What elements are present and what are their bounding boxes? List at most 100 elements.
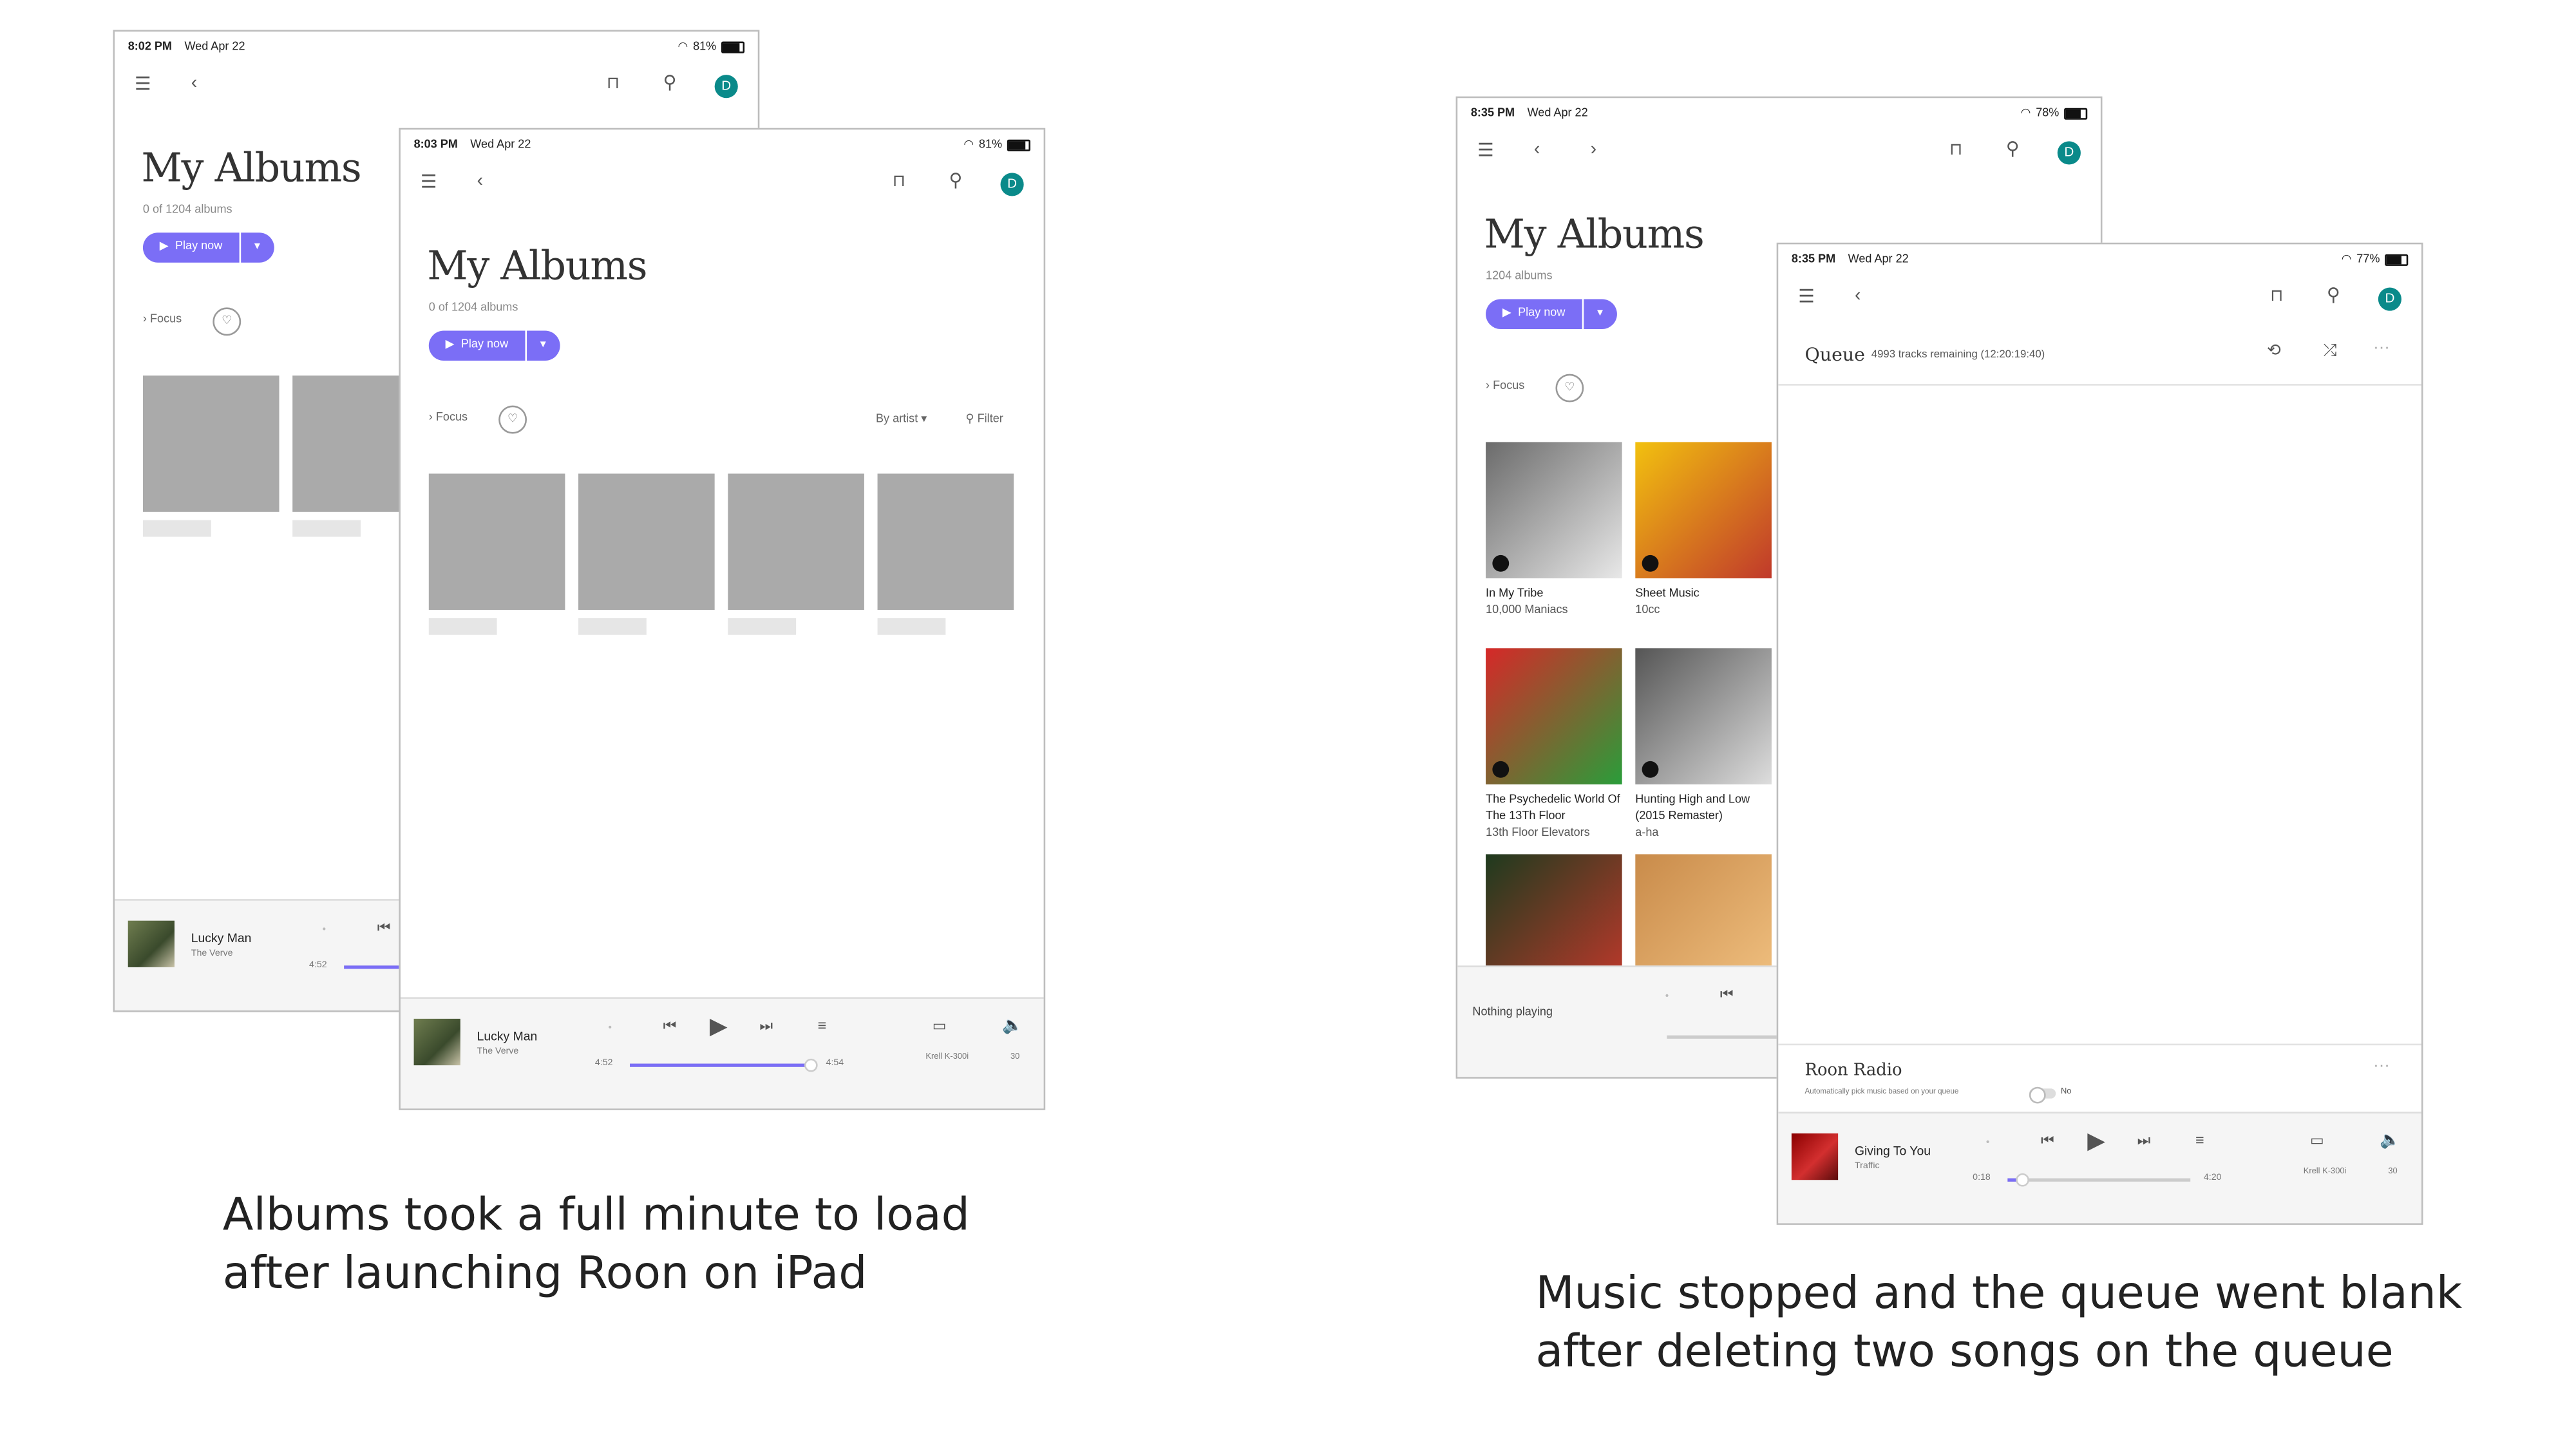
volume-level[interactable]: 30 <box>1010 1052 1019 1062</box>
bookmark-icon[interactable]: ⊓ <box>2270 289 2283 306</box>
seek-bar[interactable] <box>630 1058 818 1072</box>
album-title[interactable]: In My Tribe <box>1486 587 1629 603</box>
album-title[interactable]: The Psychedelic World Of The 13Th Floor <box>1486 793 1629 826</box>
prev-icon[interactable]: ⏮ <box>2041 1133 2054 1148</box>
zone-icon[interactable]: ▭ <box>933 1018 947 1034</box>
track-title[interactable]: Lucky Man <box>477 1028 538 1043</box>
speaker-icon[interactable]: 🔈 <box>1002 1018 1023 1036</box>
zone-name[interactable]: Krell K-300i <box>925 1052 969 1062</box>
seek-bar[interactable] <box>2007 1173 2191 1187</box>
zone-icon[interactable]: ▭ <box>2310 1133 2324 1148</box>
back-icon[interactable]: ‹ <box>191 74 197 93</box>
sort-dropdown[interactable]: By artist ▾ <box>876 412 927 426</box>
play-icon[interactable]: ▶ <box>710 1014 728 1037</box>
queue-icon[interactable]: ≡ <box>818 1018 827 1034</box>
focus-button[interactable]: › Focus <box>429 412 468 424</box>
more-icon[interactable]: ··· <box>2373 1058 2390 1075</box>
radio-icon[interactable]: • <box>1665 992 1669 1002</box>
roon-radio-section: Roon Radio Automatically pick music base… <box>1778 1043 2421 1115</box>
track-title[interactable]: Lucky Man <box>191 931 252 945</box>
play-now-button[interactable]: ▶ Play now ▾ <box>142 232 274 263</box>
play-icon: ▶ <box>445 339 455 351</box>
avatar[interactable]: D <box>1000 173 1024 196</box>
search-icon[interactable]: ⚲ <box>2327 287 2340 305</box>
queue-icon[interactable]: ≡ <box>2195 1133 2204 1148</box>
album-artist[interactable]: 10,000 Maniacs <box>1486 603 1629 620</box>
heart-icon[interactable]: ♡ <box>213 307 242 336</box>
speaker-icon[interactable]: 🔈 <box>2380 1133 2400 1150</box>
album-cover[interactable] <box>1486 442 1622 579</box>
play-now-button[interactable]: ▶ Play now ▾ <box>428 330 560 361</box>
album-thumbnail[interactable] <box>413 1018 460 1066</box>
forward-icon[interactable]: › <box>1591 140 1596 159</box>
search-icon[interactable]: ⚲ <box>663 74 677 93</box>
album-count: 0 of 1204 albums <box>428 302 518 314</box>
play-now-button[interactable]: ▶ Play now ▾ <box>1486 299 1617 329</box>
radio-icon[interactable]: • <box>323 925 326 935</box>
search-icon[interactable]: ⚲ <box>2006 140 2020 159</box>
more-icon[interactable]: ··· <box>2373 340 2390 357</box>
focus-button[interactable]: › Focus <box>1486 381 1524 392</box>
track-artist[interactable]: The Verve <box>191 949 233 959</box>
avatar[interactable]: D <box>714 75 738 99</box>
tidal-icon <box>1492 761 1510 778</box>
album-artist[interactable]: 13th Floor Elevators <box>1486 826 1629 843</box>
album-artist[interactable]: 10cc <box>1635 603 1778 620</box>
avatar[interactable]: D <box>2378 287 2401 311</box>
heart-icon[interactable]: ♡ <box>498 405 527 434</box>
back-icon[interactable]: ‹ <box>1855 287 1861 305</box>
status-time: 8:35 PM <box>1470 108 1515 120</box>
queue-title: Queue <box>1804 344 1865 366</box>
shuffle-icon[interactable]: ⤮ <box>2324 343 2337 361</box>
radio-toggle[interactable] <box>2029 1086 2056 1104</box>
tidal-icon <box>1492 554 1510 572</box>
next-icon[interactable]: ⏭ <box>759 1018 773 1034</box>
focus-button[interactable]: › Focus <box>143 314 182 326</box>
heart-icon[interactable]: ♡ <box>1555 374 1584 402</box>
radio-icon[interactable]: • <box>608 1024 611 1034</box>
back-icon[interactable]: ‹ <box>477 172 483 191</box>
album-cover[interactable] <box>1486 648 1622 785</box>
prev-icon[interactable]: ⏮ <box>663 1018 677 1034</box>
dropdown-icon[interactable]: ▾ <box>1583 299 1617 329</box>
bookmark-icon[interactable]: ⊓ <box>607 75 620 93</box>
back-icon[interactable]: ‹ <box>1534 140 1540 159</box>
seek-knob[interactable] <box>2015 1173 2029 1187</box>
now-playing-bar: Giving To You Traffic • ⏮ ▶ ⏭ ≡ 0:18 4:2… <box>1778 1112 2421 1224</box>
focus-label: Focus <box>150 314 182 326</box>
album-title[interactable]: Hunting High and Low (2015 Remaster) <box>1635 793 1778 826</box>
album-artist[interactable]: a-ha <box>1635 826 1778 843</box>
album-cover[interactable] <box>1635 648 1772 785</box>
volume-level[interactable]: 30 <box>2388 1167 2397 1177</box>
filter-button[interactable]: ⚲ Filter <box>965 412 1003 426</box>
album-cover[interactable] <box>1635 442 1772 579</box>
zone-name[interactable]: Krell K-300i <box>2304 1167 2347 1177</box>
menu-icon[interactable]: ☰ <box>1798 289 1814 307</box>
play-icon[interactable]: ▶ <box>2087 1128 2105 1151</box>
avatar[interactable]: D <box>2057 141 2081 165</box>
repeat-icon[interactable]: ⟲ <box>2267 343 2281 361</box>
bookmark-icon[interactable]: ⊓ <box>1949 142 1962 160</box>
album-title[interactable]: Sheet Music <box>1635 587 1778 603</box>
menu-icon[interactable]: ☰ <box>1477 142 1493 161</box>
bookmark-icon[interactable]: ⊓ <box>893 174 905 191</box>
status-bar: 8:35 PM Wed Apr 22 ◠ 77% <box>1778 244 2421 274</box>
track-title[interactable]: Giving To You <box>1855 1143 1931 1158</box>
track-artist[interactable]: Traffic <box>1855 1162 1880 1171</box>
prev-icon[interactable]: ⏮ <box>1720 987 1734 1002</box>
search-icon[interactable]: ⚲ <box>949 172 963 191</box>
dropdown-icon[interactable]: ▾ <box>240 232 274 263</box>
radio-icon[interactable]: • <box>1986 1139 1989 1148</box>
seek-knob[interactable] <box>804 1058 818 1072</box>
album-thumbnail[interactable] <box>1791 1133 1839 1180</box>
battery-percent: 81% <box>978 138 1003 151</box>
album-thumbnail[interactable] <box>128 920 175 967</box>
play-icon: ▶ <box>1502 307 1511 319</box>
prev-icon[interactable]: ⏮ <box>377 920 391 936</box>
total-time: 4:54 <box>826 1058 844 1069</box>
menu-icon[interactable]: ☰ <box>135 75 151 95</box>
track-artist[interactable]: The Verve <box>477 1047 519 1057</box>
dropdown-icon[interactable]: ▾ <box>526 330 560 361</box>
menu-icon[interactable]: ☰ <box>421 174 437 193</box>
next-icon[interactable]: ⏭ <box>2137 1133 2151 1148</box>
